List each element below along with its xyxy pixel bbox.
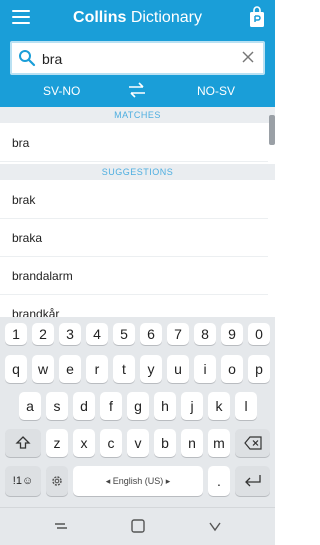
language-from[interactable]: SV-NO xyxy=(43,84,80,98)
shift-key[interactable] xyxy=(5,429,41,457)
language-row: SV-NO NO-SV xyxy=(0,80,275,102)
key-r[interactable]: r xyxy=(86,355,108,383)
close-icon[interactable] xyxy=(241,50,255,64)
key-i[interactable]: i xyxy=(194,355,216,383)
search-box[interactable] xyxy=(10,41,265,75)
backspace-icon xyxy=(243,436,262,450)
enter-icon xyxy=(244,475,261,487)
key-3[interactable]: 3 xyxy=(59,323,81,345)
navigation-bar xyxy=(0,507,275,545)
key-t[interactable]: t xyxy=(113,355,135,383)
app-title: Collins Dictionary xyxy=(0,9,275,27)
match-item[interactable]: bra xyxy=(0,124,268,162)
key-e[interactable]: e xyxy=(59,355,81,383)
key-n[interactable]: n xyxy=(181,429,203,457)
key-u[interactable]: u xyxy=(167,355,189,383)
suggestion-item[interactable]: brak xyxy=(0,181,268,219)
key-5[interactable]: 5 xyxy=(113,323,135,345)
suggestions-header: SUGGESTIONS xyxy=(0,164,275,180)
key-c[interactable]: c xyxy=(100,429,122,457)
enter-key[interactable] xyxy=(235,466,270,496)
key-8[interactable]: 8 xyxy=(194,323,216,345)
symbols-key[interactable]: !1☺ xyxy=(5,466,41,496)
recent-apps-icon[interactable] xyxy=(53,518,69,534)
app-title-subtitle: Dictionary xyxy=(126,9,202,26)
matches-header: MATCHES xyxy=(0,107,275,123)
backspace-key[interactable] xyxy=(235,429,270,457)
key-7[interactable]: 7 xyxy=(167,323,189,345)
settings-key[interactable] xyxy=(46,466,68,496)
app-header: Collins Dictionary SV-NO NO-SV xyxy=(0,0,275,115)
key-l[interactable]: l xyxy=(235,392,257,420)
key-j[interactable]: j xyxy=(181,392,203,420)
back-icon[interactable] xyxy=(207,518,223,534)
scrollbar[interactable] xyxy=(269,115,275,145)
suggestion-item[interactable]: brandalarm xyxy=(0,257,268,295)
key-h[interactable]: h xyxy=(154,392,176,420)
key-z[interactable]: z xyxy=(46,429,68,457)
keyboard: 1 2 3 4 5 6 7 8 9 0 q w e r t y u i o p … xyxy=(0,317,275,507)
space-bar[interactable]: ◂ English (US) ▸ xyxy=(73,466,203,496)
key-v[interactable]: v xyxy=(127,429,149,457)
period-key[interactable]: . xyxy=(208,466,230,496)
key-x[interactable]: x xyxy=(73,429,95,457)
key-g[interactable]: g xyxy=(127,392,149,420)
key-o[interactable]: o xyxy=(221,355,243,383)
key-a[interactable]: a xyxy=(19,392,41,420)
key-2[interactable]: 2 xyxy=(32,323,54,345)
key-1[interactable]: 1 xyxy=(5,323,27,345)
shift-icon xyxy=(15,436,31,449)
key-y[interactable]: y xyxy=(140,355,162,383)
key-s[interactable]: s xyxy=(46,392,68,420)
suggestion-item[interactable]: braka xyxy=(0,219,268,257)
key-4[interactable]: 4 xyxy=(86,323,108,345)
shopping-bag-icon[interactable] xyxy=(249,6,265,28)
app-title-brand: Collins xyxy=(73,9,127,26)
key-w[interactable]: w xyxy=(32,355,54,383)
key-q[interactable]: q xyxy=(5,355,27,383)
key-9[interactable]: 9 xyxy=(221,323,243,345)
gear-icon xyxy=(52,476,62,486)
key-f[interactable]: f xyxy=(100,392,122,420)
key-6[interactable]: 6 xyxy=(140,323,162,345)
search-icon xyxy=(19,50,36,67)
key-k[interactable]: k xyxy=(208,392,230,420)
home-icon[interactable] xyxy=(130,518,146,534)
swap-icon[interactable] xyxy=(128,82,146,98)
search-input[interactable] xyxy=(42,49,232,69)
key-p[interactable]: p xyxy=(248,355,270,383)
language-to[interactable]: NO-SV xyxy=(197,84,235,98)
key-d[interactable]: d xyxy=(73,392,95,420)
key-0[interactable]: 0 xyxy=(248,323,270,345)
key-m[interactable]: m xyxy=(208,429,230,457)
key-b[interactable]: b xyxy=(154,429,176,457)
